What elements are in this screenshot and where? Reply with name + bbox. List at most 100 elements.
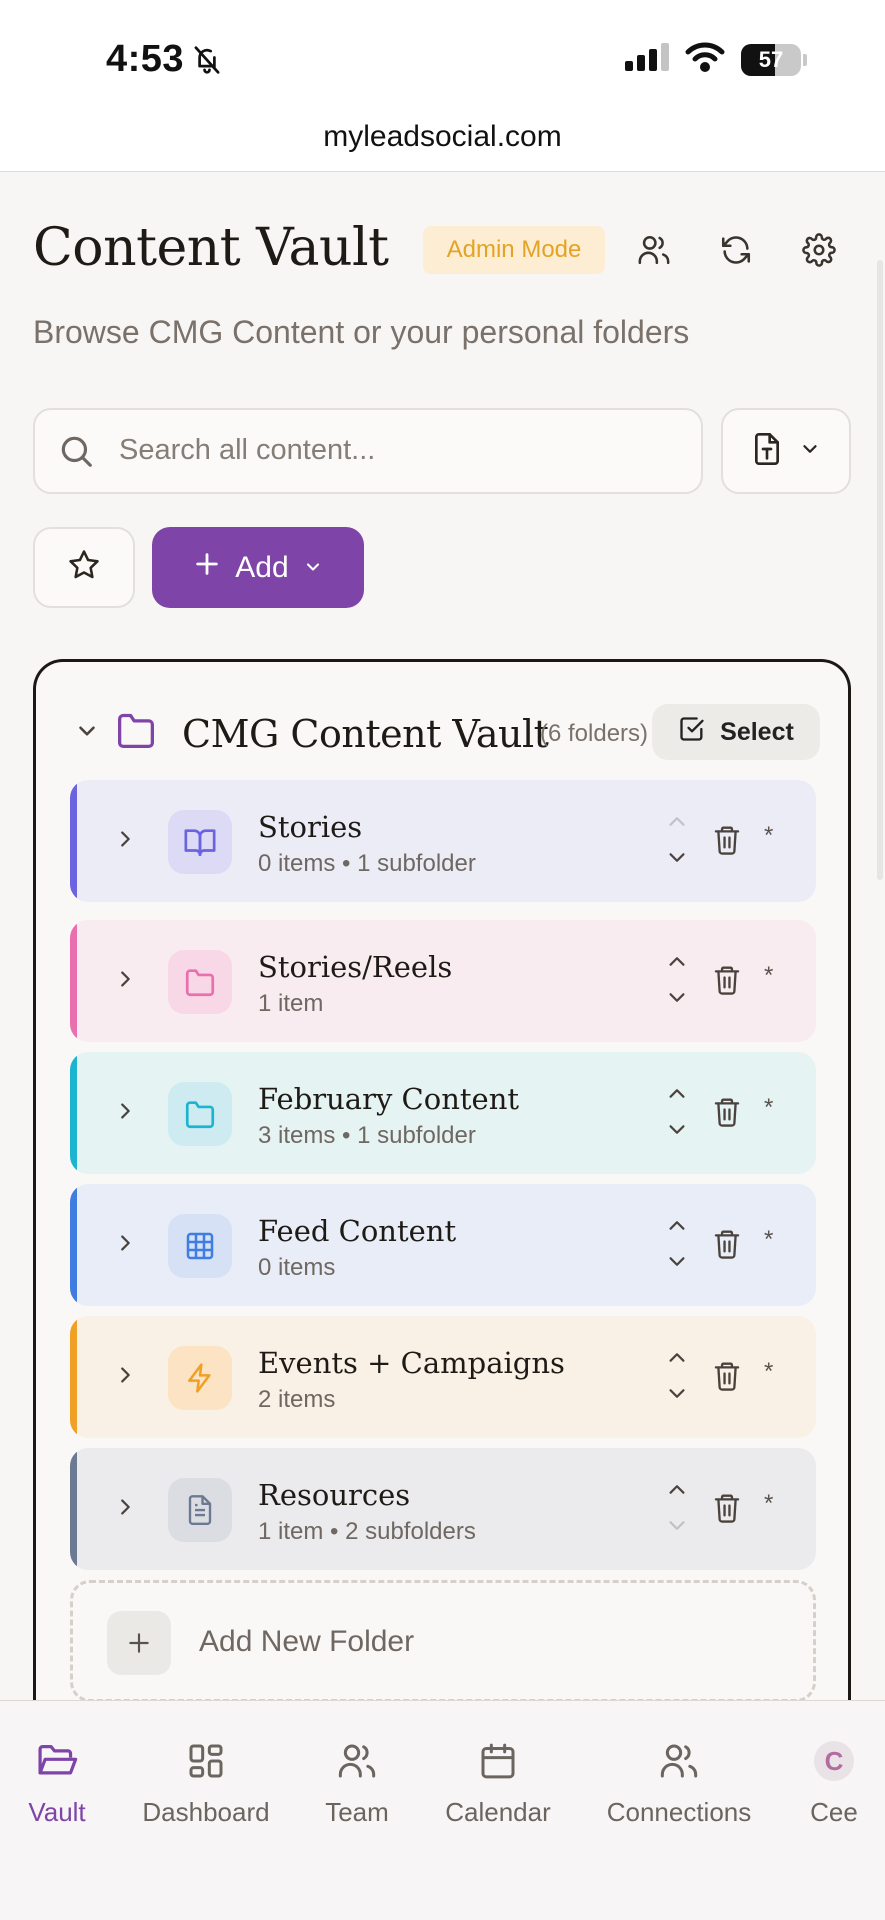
- folder-icon: [168, 1082, 232, 1146]
- folder-row[interactable]: Stories/Reels 1 item *: [70, 920, 816, 1042]
- folder-name: Events + Campaigns: [258, 1346, 565, 1380]
- folder-open-icon: [20, 1737, 94, 1785]
- asterisk-icon[interactable]: *: [764, 1490, 773, 1518]
- chevron-down-icon: [303, 551, 323, 585]
- star-icon: [67, 548, 101, 587]
- nav-connections[interactable]: Connections: [604, 1737, 754, 1828]
- plus-icon: [193, 550, 221, 586]
- folder-meta: 3 items • 1 subfolder: [258, 1122, 476, 1149]
- folder-row[interactable]: Feed Content 0 items *: [70, 1184, 816, 1306]
- folder-row[interactable]: Events + Campaigns 2 items *: [70, 1316, 816, 1438]
- folder-accent-bar: [70, 920, 77, 1042]
- folder-meta: 1 item: [258, 990, 324, 1017]
- battery-icon: 57: [741, 43, 801, 76]
- nav-label: Vault: [28, 1797, 86, 1827]
- vault-header[interactable]: CMG Content Vault (6 folders) Select: [74, 704, 820, 764]
- move-down-icon[interactable]: [666, 1387, 688, 1406]
- nav-label: Cee: [810, 1797, 858, 1827]
- chevron-down-icon[interactable]: [74, 718, 100, 749]
- move-down-icon[interactable]: [666, 851, 688, 870]
- nav-team[interactable]: Team: [322, 1737, 392, 1828]
- move-up-icon[interactable]: [666, 1218, 688, 1237]
- move-up-icon[interactable]: [666, 954, 688, 973]
- dashboard-icon: [140, 1737, 272, 1785]
- folder-row[interactable]: Resources 1 item • 2 subfolders *: [70, 1448, 816, 1570]
- folder-icon: [114, 710, 158, 755]
- chevron-right-icon[interactable]: [114, 826, 136, 857]
- status-bar: 4:53 57: [0, 0, 885, 112]
- favorites-button[interactable]: [33, 527, 135, 608]
- users-icon: [604, 1737, 754, 1785]
- nav-label: Dashboard: [142, 1797, 270, 1827]
- move-up-icon[interactable]: [666, 1086, 688, 1105]
- chevron-right-icon[interactable]: [114, 1230, 136, 1261]
- folder-meta: 2 items: [258, 1386, 336, 1413]
- add-button[interactable]: Add: [152, 527, 364, 608]
- nav-calendar[interactable]: Calendar: [442, 1737, 554, 1828]
- folder-accent-bar: [70, 1184, 77, 1306]
- move-down-icon[interactable]: [666, 1519, 688, 1538]
- refresh-icon[interactable]: [713, 227, 759, 273]
- folder-row[interactable]: Stories 0 items • 1 subfolder *: [70, 780, 816, 902]
- trash-icon[interactable]: [712, 824, 742, 861]
- asterisk-icon[interactable]: *: [764, 1094, 773, 1122]
- folder-name: Stories: [258, 810, 363, 844]
- trash-icon[interactable]: [712, 964, 742, 1001]
- page-subtitle: Browse CMG Content or your personal fold…: [33, 314, 690, 350]
- nav-label: Connections: [606, 1797, 752, 1827]
- trash-icon[interactable]: [712, 1096, 742, 1133]
- move-up-icon[interactable]: [666, 1482, 688, 1501]
- move-down-icon[interactable]: [666, 1123, 688, 1142]
- chevron-right-icon[interactable]: [114, 1098, 136, 1129]
- folder-name: Resources: [258, 1478, 411, 1512]
- scrollbar[interactable]: [877, 260, 883, 880]
- address-bar[interactable]: myleadsocial.com: [0, 112, 885, 172]
- search-icon: [57, 432, 95, 475]
- folder-meta: 0 items • 1 subfolder: [258, 850, 476, 877]
- chevron-right-icon[interactable]: [114, 966, 136, 997]
- nav-label: Team: [325, 1797, 389, 1827]
- move-up-icon[interactable]: [666, 814, 688, 833]
- add-new-folder-label: Add New Folder: [199, 1625, 415, 1658]
- gear-icon[interactable]: [796, 227, 842, 273]
- nav-profile[interactable]: C Cee: [806, 1737, 862, 1828]
- admin-mode-badge[interactable]: Admin Mode: [423, 226, 605, 274]
- folder-name: Stories/Reels: [258, 950, 453, 984]
- move-up-icon[interactable]: [666, 1350, 688, 1369]
- nav-dashboard[interactable]: Dashboard: [140, 1737, 272, 1828]
- signal-icon: [625, 43, 669, 76]
- folder-name: February Content: [258, 1082, 520, 1116]
- folder-meta: 0 items: [258, 1254, 336, 1281]
- trash-icon[interactable]: [712, 1360, 742, 1397]
- select-button[interactable]: Select: [652, 704, 820, 760]
- users-icon[interactable]: [631, 227, 677, 273]
- add-button-label: Add: [235, 550, 289, 584]
- document-icon: [168, 1478, 232, 1542]
- avatar: C: [814, 1741, 854, 1781]
- asterisk-icon[interactable]: *: [764, 1226, 773, 1254]
- content-vault-card: CMG Content Vault (6 folders) Select Sto…: [33, 659, 851, 1759]
- chevron-right-icon[interactable]: [114, 1362, 136, 1393]
- bottom-navigation: Vault Dashboard Team Calendar Connection…: [0, 1700, 885, 1920]
- search-field[interactable]: Search all content...: [33, 408, 703, 494]
- chevron-right-icon[interactable]: [114, 1494, 136, 1525]
- folder-icon: [168, 950, 232, 1014]
- add-new-folder-button[interactable]: Add New Folder: [70, 1580, 816, 1702]
- asterisk-icon[interactable]: *: [764, 1358, 773, 1386]
- folder-row[interactable]: February Content 3 items • 1 subfolder *: [70, 1052, 816, 1174]
- battery-level: 57: [758, 46, 784, 72]
- asterisk-icon[interactable]: *: [764, 962, 773, 990]
- folder-accent-bar: [70, 1316, 77, 1438]
- file-type-filter-button[interactable]: [721, 408, 851, 494]
- grid-icon: [168, 1214, 232, 1278]
- status-time: 4:53: [106, 38, 185, 80]
- trash-icon[interactable]: [712, 1492, 742, 1529]
- nav-vault[interactable]: Vault: [20, 1737, 94, 1828]
- asterisk-icon[interactable]: *: [764, 822, 773, 850]
- trash-icon[interactable]: [712, 1228, 742, 1265]
- move-down-icon[interactable]: [666, 1255, 688, 1274]
- file-text-icon: [751, 431, 783, 472]
- folder-accent-bar: [70, 1052, 77, 1174]
- search-placeholder: Search all content...: [119, 434, 376, 466]
- move-down-icon[interactable]: [666, 991, 688, 1010]
